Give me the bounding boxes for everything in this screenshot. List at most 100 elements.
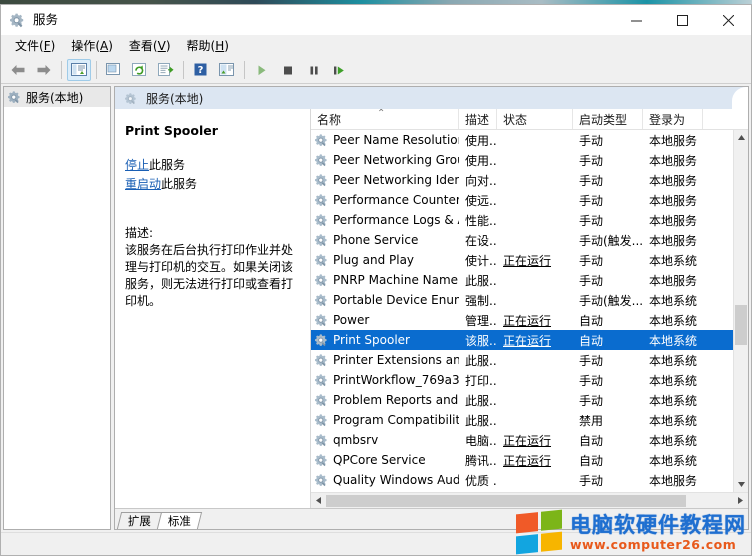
cell-startup: 自动 (573, 450, 643, 470)
cell-logon: 本地系统 (643, 350, 703, 370)
cell-text: 手动(触发... (579, 233, 643, 248)
table-row[interactable]: Portable Device Enumera... 强制... 手动(触发... 本… (311, 290, 748, 310)
table-row[interactable]: Power 管理... 正在运行 自动 本地系统 (311, 310, 748, 330)
column-header-startup[interactable]: 启动类型 (573, 109, 643, 129)
service-gear-icon (315, 133, 329, 147)
cell-text: Performance Logs & Aler... (333, 213, 459, 227)
cell-logon: 本地系统 (643, 430, 703, 450)
cell-text: 自动 (579, 453, 604, 468)
stop-service-link[interactable]: 停止 (125, 158, 149, 172)
table-row[interactable]: Phone Service 在设... 手动(触发... 本地服务 (311, 230, 748, 250)
service-gear-icon (315, 353, 329, 367)
maximize-button[interactable] (659, 5, 705, 35)
vertical-scrollbar-thumb[interactable] (735, 305, 747, 345)
tree-empty-area (4, 107, 110, 529)
cell-text: Problem Reports and Sol... (333, 393, 459, 407)
cell-logon: 本地服务 (643, 270, 703, 290)
start-service-icon[interactable] (250, 59, 274, 81)
column-header-logon[interactable]: 登录为 (643, 109, 703, 129)
horizontal-scrollbar[interactable] (311, 492, 748, 508)
scroll-down-arrow[interactable] (734, 477, 748, 492)
menu-help-accel: H (215, 39, 225, 53)
scroll-right-arrow[interactable] (733, 493, 748, 508)
tree-item-services-local[interactable]: 服务(本地) (4, 87, 110, 107)
properties-window-icon[interactable] (102, 59, 126, 81)
table-row[interactable]: Plug and Play 使计... 正在运行 手动 本地系统 (311, 250, 748, 270)
table-row[interactable]: Print Spooler 该服... 正在运行 自动 本地系统 (311, 330, 748, 350)
minimize-button[interactable] (613, 5, 659, 35)
cell-text: Peer Name Resolution Pr... (333, 133, 459, 147)
show-hide-console-tree-icon[interactable] (67, 59, 91, 81)
table-row[interactable]: Peer Networking Identity... 向对... 手动 本地服务 (311, 170, 748, 190)
close-button[interactable] (705, 5, 751, 35)
table-row[interactable]: PNRP Machine Name Pu... 此服... 手动 本地服务 (311, 270, 748, 290)
table-row[interactable]: QPCore Service 腾讯... 正在运行 自动 本地系统 (311, 450, 748, 470)
table-row[interactable]: Quality Windows Audio V... 优质 ... 手动 本地服务 (311, 470, 748, 490)
restart-service-icon[interactable] (328, 59, 352, 81)
toolbar: ? (1, 57, 751, 84)
forward-arrow-icon[interactable] (32, 59, 56, 81)
table-row[interactable]: Program Compatibility A... 此服... 禁用 本地系统 (311, 410, 748, 430)
menu-view[interactable]: 查看(V) (121, 36, 179, 56)
vertical-scrollbar[interactable] (733, 130, 748, 492)
column-header-desc[interactable]: 描述 (459, 109, 497, 129)
stop-service-icon[interactable] (276, 59, 300, 81)
table-row[interactable]: Problem Reports and Sol... 此服... 手动 本地系统 (311, 390, 748, 410)
back-arrow-icon[interactable] (6, 59, 30, 81)
table-row[interactable]: qmbsrv 电脑... 正在运行 自动 本地系统 (311, 430, 748, 450)
cell-status (497, 370, 573, 390)
table-row[interactable]: Printer Extensions and N... 此服... 手动 本地系统 (311, 350, 748, 370)
cell-status (497, 150, 573, 170)
cell-text: 手动 (579, 373, 604, 388)
restart-service-link[interactable]: 重启动 (125, 177, 161, 191)
results-pane: 服务(本地) Print Spooler 停止此服务 重启动此服务 描述: 该服… (114, 86, 749, 530)
cell-text: 本地系统 (649, 333, 698, 348)
help-icon[interactable]: ? (189, 59, 213, 81)
cell-status: 正在运行 (497, 310, 573, 330)
console-body: 服务(本地) 服务(本地) Print Spooler 停止此服务 重启动此服务… (1, 84, 751, 532)
cell-text: Power (333, 313, 370, 327)
cell-desc: 优质 ... (459, 470, 497, 490)
table-row[interactable]: Performance Counter DL... 使远... 手动 本地服务 (311, 190, 748, 210)
cell-status: 正在运行 (497, 250, 573, 270)
horizontal-scroll-track[interactable] (326, 493, 733, 509)
cell-status (497, 390, 573, 410)
cell-text: Print Spooler (333, 333, 410, 347)
scroll-left-arrow[interactable] (311, 493, 326, 508)
scroll-up-arrow[interactable] (734, 130, 748, 145)
column-header-status[interactable]: 状态 (497, 109, 573, 129)
cell-logon: 本地系统 (643, 450, 703, 470)
refresh-icon[interactable] (128, 59, 152, 81)
menu-action[interactable]: 操作(A) (63, 36, 121, 56)
column-header-name[interactable]: 名称 ⌃ (311, 109, 459, 129)
table-row[interactable]: Peer Name Resolution Pr... 使用... 手动 本地服务 (311, 130, 748, 150)
service-gear-icon (315, 293, 329, 307)
description-label: 描述: (125, 226, 154, 240)
view-tab-1[interactable]: 标准 (156, 512, 203, 529)
table-row[interactable]: Performance Logs & Aler... 性能... 手动 本地服务 (311, 210, 748, 230)
cell-text: 手动(触发... (579, 293, 643, 308)
menu-file[interactable]: 文件(F) (7, 36, 63, 56)
cell-status (497, 470, 573, 490)
horizontal-scrollbar-thumb[interactable] (326, 494, 686, 507)
cell-name: Power (311, 310, 459, 330)
service-gear-icon (315, 233, 329, 247)
cell-status: 正在运行 (497, 450, 573, 470)
menu-help[interactable]: 帮助(H) (179, 36, 237, 56)
cell-startup: 手动(触发... (573, 290, 643, 310)
pause-service-icon[interactable] (302, 59, 326, 81)
cell-name: QPCore Service (311, 450, 459, 470)
table-row[interactable]: PrintWorkflow_769a3 打印... 手动 本地系统 (311, 370, 748, 390)
cell-startup: 禁用 (573, 410, 643, 430)
cell-name: Program Compatibility A... (311, 410, 459, 430)
export-list-icon[interactable] (154, 59, 178, 81)
cell-desc: 在设... (459, 230, 497, 250)
cell-text: 手动 (579, 353, 604, 368)
column-header-label: 启动类型 (579, 112, 628, 127)
cell-text: 自动 (579, 313, 604, 328)
show-action-pane-icon[interactable] (215, 59, 239, 81)
results-split: Print Spooler 停止此服务 重启动此服务 描述: 该服务在后台执行打… (115, 109, 748, 508)
view-tab-0[interactable]: 扩展 (116, 512, 163, 529)
table-row[interactable]: Peer Networking Groupi... 使用... 手动 本地服务 (311, 150, 748, 170)
cell-text: 此服... (465, 413, 497, 428)
